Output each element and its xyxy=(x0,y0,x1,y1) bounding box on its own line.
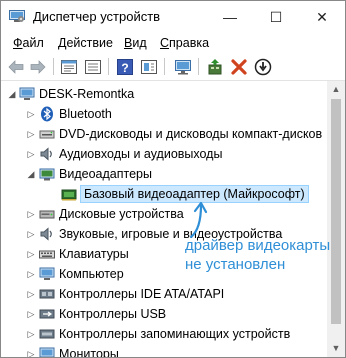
chevron-right-icon[interactable]: ▷ xyxy=(26,108,36,120)
annotation-line-1: драйвер видеокарты xyxy=(185,237,331,254)
tree-item-display-adapters[interactable]: ◢ Видеоадаптеры xyxy=(1,164,327,184)
root-label: DESK-Remontka xyxy=(39,87,135,101)
tree-item-monitors[interactable]: ▷ Мониторы xyxy=(1,344,327,357)
computer-icon xyxy=(19,86,35,102)
bluetooth-icon xyxy=(39,106,55,122)
usb-icon xyxy=(39,306,55,322)
menu-view[interactable]: Вид xyxy=(124,36,147,50)
maximize-button[interactable]: ☐ xyxy=(253,1,299,33)
uninstall-device-icon[interactable] xyxy=(229,57,249,77)
annotation-text: драйвер видеокарты не установлен xyxy=(185,236,330,274)
disable-device-icon[interactable] xyxy=(253,57,273,77)
controller-icon xyxy=(39,286,55,302)
properties-pane-icon[interactable] xyxy=(59,57,79,77)
toolbar-separator xyxy=(108,58,109,75)
computer-icon xyxy=(39,266,55,282)
toolbar: ? xyxy=(1,53,345,81)
chevron-right-icon[interactable]: ▷ xyxy=(26,248,36,260)
show-hidden-icon[interactable] xyxy=(139,57,159,77)
menu-file[interactable]: Файл xyxy=(13,36,44,50)
device-tree: ◢ DESK-Remontka ▷ Bluetooth ▷ DVD-дисков… xyxy=(1,81,327,357)
toolbar-separator xyxy=(198,58,199,75)
sound-device-icon xyxy=(39,226,55,242)
tree-item-storage-controllers[interactable]: ▷ Контроллеры запоминающих устройств xyxy=(1,324,327,344)
window-title: Диспетчер устройств xyxy=(33,9,161,24)
annotation-line-2: не установлен xyxy=(185,256,286,273)
scroll-thumb[interactable] xyxy=(331,99,341,324)
close-button[interactable]: ✕ xyxy=(299,1,345,33)
monitor-icon xyxy=(39,346,55,357)
tree-item-label: Клавиатуры xyxy=(59,247,129,261)
tree-item-dvd[interactable]: ▷ DVD-дисководы и дисководы компакт-диск… xyxy=(1,124,327,144)
toolbar-separator xyxy=(164,58,165,75)
update-driver-icon[interactable] xyxy=(205,57,225,77)
tree-item-label: Мониторы xyxy=(59,347,119,357)
menu-action[interactable]: Действие xyxy=(58,36,113,50)
tree-item-ide-controllers[interactable]: ▷ Контроллеры IDE ATA/ATAPI xyxy=(1,284,327,304)
tree-item-label: Дисковые устройства xyxy=(59,207,184,221)
device-manager-window: Диспетчер устройств — ☐ ✕ Файл Действие … xyxy=(0,0,346,358)
tree-item-label: Bluetooth xyxy=(59,107,112,121)
toolbar-separator xyxy=(53,58,54,75)
chevron-down-icon[interactable]: ◢ xyxy=(26,168,36,180)
speaker-icon xyxy=(39,146,55,162)
scan-hardware-icon[interactable] xyxy=(173,57,193,77)
chevron-right-icon[interactable]: ▷ xyxy=(26,208,36,220)
chevron-right-icon[interactable]: ▷ xyxy=(26,268,36,280)
tree-item-label: Контроллеры USB xyxy=(59,307,167,321)
forward-arrow-icon[interactable] xyxy=(28,57,48,77)
dvd-drive-icon xyxy=(39,126,55,142)
tree-item-label: Аудиовходы и аудиовыходы xyxy=(59,147,223,161)
back-arrow-icon[interactable] xyxy=(6,57,26,77)
title-bar: Диспетчер устройств — ☐ ✕ xyxy=(1,1,345,33)
tree-item-usb-controllers[interactable]: ▷ Контроллеры USB xyxy=(1,304,327,324)
chevron-right-icon[interactable]: ▷ xyxy=(26,328,36,340)
tree-root[interactable]: ◢ DESK-Remontka xyxy=(1,84,327,104)
chevron-right-icon[interactable]: ▷ xyxy=(26,128,36,140)
tree-item-label: Компьютер xyxy=(59,267,124,281)
menu-bar: Файл Действие Вид Справка xyxy=(1,33,345,53)
tree-item-label: Видеоадаптеры xyxy=(59,167,152,181)
chevron-right-icon[interactable]: ▷ xyxy=(26,348,36,357)
display-adapter-warning-icon xyxy=(61,186,77,202)
tree-item-label: DVD-дисководы и дисководы компакт-дисков xyxy=(59,127,323,141)
vertical-scrollbar[interactable]: ▲ ▼ xyxy=(327,81,345,357)
help-icon[interactable]: ? xyxy=(115,57,135,77)
chevron-right-icon[interactable]: ▷ xyxy=(26,288,36,300)
device-list-icon[interactable] xyxy=(83,57,103,77)
scroll-down-arrow-icon[interactable]: ▼ xyxy=(327,340,345,357)
scroll-up-arrow-icon[interactable]: ▲ xyxy=(327,81,345,98)
device-manager-icon xyxy=(9,10,25,23)
chevron-down-icon[interactable]: ◢ xyxy=(7,88,17,100)
tree-item-disk-drives[interactable]: ▷ Дисковые устройства xyxy=(1,204,327,224)
display-adapter-icon xyxy=(39,166,55,182)
chevron-right-icon[interactable]: ▷ xyxy=(26,228,36,240)
keyboard-icon xyxy=(39,246,55,262)
tree-item-basic-display-adapter[interactable]: Базовый видеоадаптер (Майкрософт) xyxy=(1,184,327,204)
tree-item-bluetooth[interactable]: ▷ Bluetooth xyxy=(1,104,327,124)
tree-item-audio-io[interactable]: ▷ Аудиовходы и аудиовыходы xyxy=(1,144,327,164)
tree-item-label: Контроллеры IDE ATA/ATAPI xyxy=(59,287,225,301)
chevron-right-icon[interactable]: ▷ xyxy=(26,148,36,160)
storage-controller-icon xyxy=(39,326,55,342)
disk-drive-icon xyxy=(39,206,55,222)
menu-help[interactable]: Справка xyxy=(160,36,209,50)
minimize-button[interactable]: — xyxy=(207,1,253,33)
svg-text:?: ? xyxy=(121,61,128,75)
tree-item-label: Контроллеры запоминающих устройств xyxy=(59,327,291,341)
chevron-right-icon[interactable]: ▷ xyxy=(26,308,36,320)
